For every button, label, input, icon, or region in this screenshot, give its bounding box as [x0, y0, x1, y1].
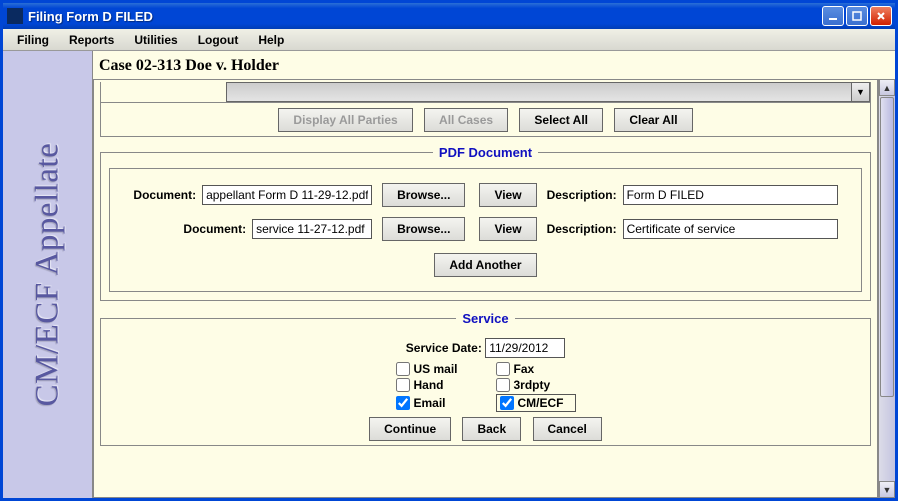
- browse-button[interactable]: Browse...: [382, 217, 465, 241]
- display-all-parties-button[interactable]: Display All Parties: [278, 108, 412, 132]
- service-date-label: Service Date:: [406, 341, 482, 355]
- chevron-down-icon[interactable]: ▼: [851, 83, 869, 101]
- email-checkbox[interactable]: Email: [396, 394, 476, 412]
- hand-checkbox[interactable]: Hand: [396, 378, 476, 392]
- document-label: Document:: [133, 188, 196, 202]
- clear-all-button[interactable]: Clear All: [614, 108, 692, 132]
- checkbox-icon[interactable]: [396, 378, 410, 392]
- pdf-legend: PDF Document: [433, 145, 538, 160]
- menu-filing[interactable]: Filing: [7, 30, 59, 50]
- add-another-button[interactable]: Add Another: [434, 253, 536, 277]
- vertical-scrollbar[interactable]: ▲ ▼: [878, 79, 895, 498]
- sidebar: CM/ECF Appellate: [3, 51, 93, 498]
- cmecf-checkbox[interactable]: CM/ECF: [496, 394, 576, 412]
- party-select[interactable]: ▼: [226, 82, 870, 102]
- checkbox-icon[interactable]: [496, 378, 510, 392]
- us-mail-checkbox[interactable]: US mail: [396, 362, 476, 376]
- titlebar: Filing Form D FILED: [3, 3, 895, 29]
- browse-button[interactable]: Browse...: [382, 183, 465, 207]
- main-pane: ▼ Display All Parties All Cases Select A…: [93, 79, 878, 498]
- checkbox-icon[interactable]: [496, 362, 510, 376]
- checkbox-icon[interactable]: [500, 396, 514, 410]
- document-row: Document: Browse... View Description:: [118, 183, 853, 207]
- window-title: Filing Form D FILED: [28, 9, 822, 24]
- service-section: Service Service Date: US mail Fax Hand 3…: [100, 311, 871, 446]
- service-date-input[interactable]: [485, 338, 565, 358]
- maximize-button[interactable]: [846, 6, 868, 26]
- window-frame: Filing Form D FILED Filing Reports Utili…: [0, 0, 898, 501]
- menu-utilities[interactable]: Utilities: [124, 30, 187, 50]
- close-button[interactable]: [870, 6, 892, 26]
- menu-reports[interactable]: Reports: [59, 30, 124, 50]
- menu-logout[interactable]: Logout: [188, 30, 249, 50]
- all-cases-button[interactable]: All Cases: [424, 108, 508, 132]
- select-all-button[interactable]: Select All: [519, 108, 603, 132]
- view-button[interactable]: View: [479, 217, 536, 241]
- document-file-input[interactable]: [202, 185, 372, 205]
- back-button[interactable]: Back: [462, 417, 521, 441]
- service-legend: Service: [456, 311, 514, 326]
- minimize-button[interactable]: [822, 6, 844, 26]
- pdf-document-section: PDF Document Document: Browse... View De…: [100, 145, 871, 301]
- menubar: Filing Reports Utilities Logout Help: [3, 29, 895, 51]
- scroll-up-icon[interactable]: ▲: [879, 79, 895, 96]
- app-icon: [7, 8, 23, 24]
- case-title: Case 02-313 Doe v. Holder: [93, 51, 895, 79]
- scroll-down-icon[interactable]: ▼: [879, 481, 895, 498]
- continue-button[interactable]: Continue: [369, 417, 451, 441]
- document-description-input[interactable]: [623, 185, 838, 205]
- cancel-button[interactable]: Cancel: [533, 417, 602, 441]
- description-label: Description:: [547, 188, 617, 202]
- checkbox-icon[interactable]: [396, 362, 410, 376]
- sidebar-brand: CM/ECF Appellate: [29, 143, 66, 407]
- menu-help[interactable]: Help: [248, 30, 294, 50]
- checkbox-icon[interactable]: [396, 396, 410, 410]
- thirdparty-checkbox[interactable]: 3rdpty: [496, 378, 576, 392]
- view-button[interactable]: View: [479, 183, 536, 207]
- document-file-input[interactable]: [252, 219, 372, 239]
- description-label: Description:: [547, 222, 617, 236]
- document-label: Document:: [183, 222, 246, 236]
- document-row: Document: Browse... View Description:: [118, 217, 853, 241]
- fax-checkbox[interactable]: Fax: [496, 362, 576, 376]
- document-description-input[interactable]: [623, 219, 838, 239]
- scroll-thumb[interactable]: [880, 97, 894, 397]
